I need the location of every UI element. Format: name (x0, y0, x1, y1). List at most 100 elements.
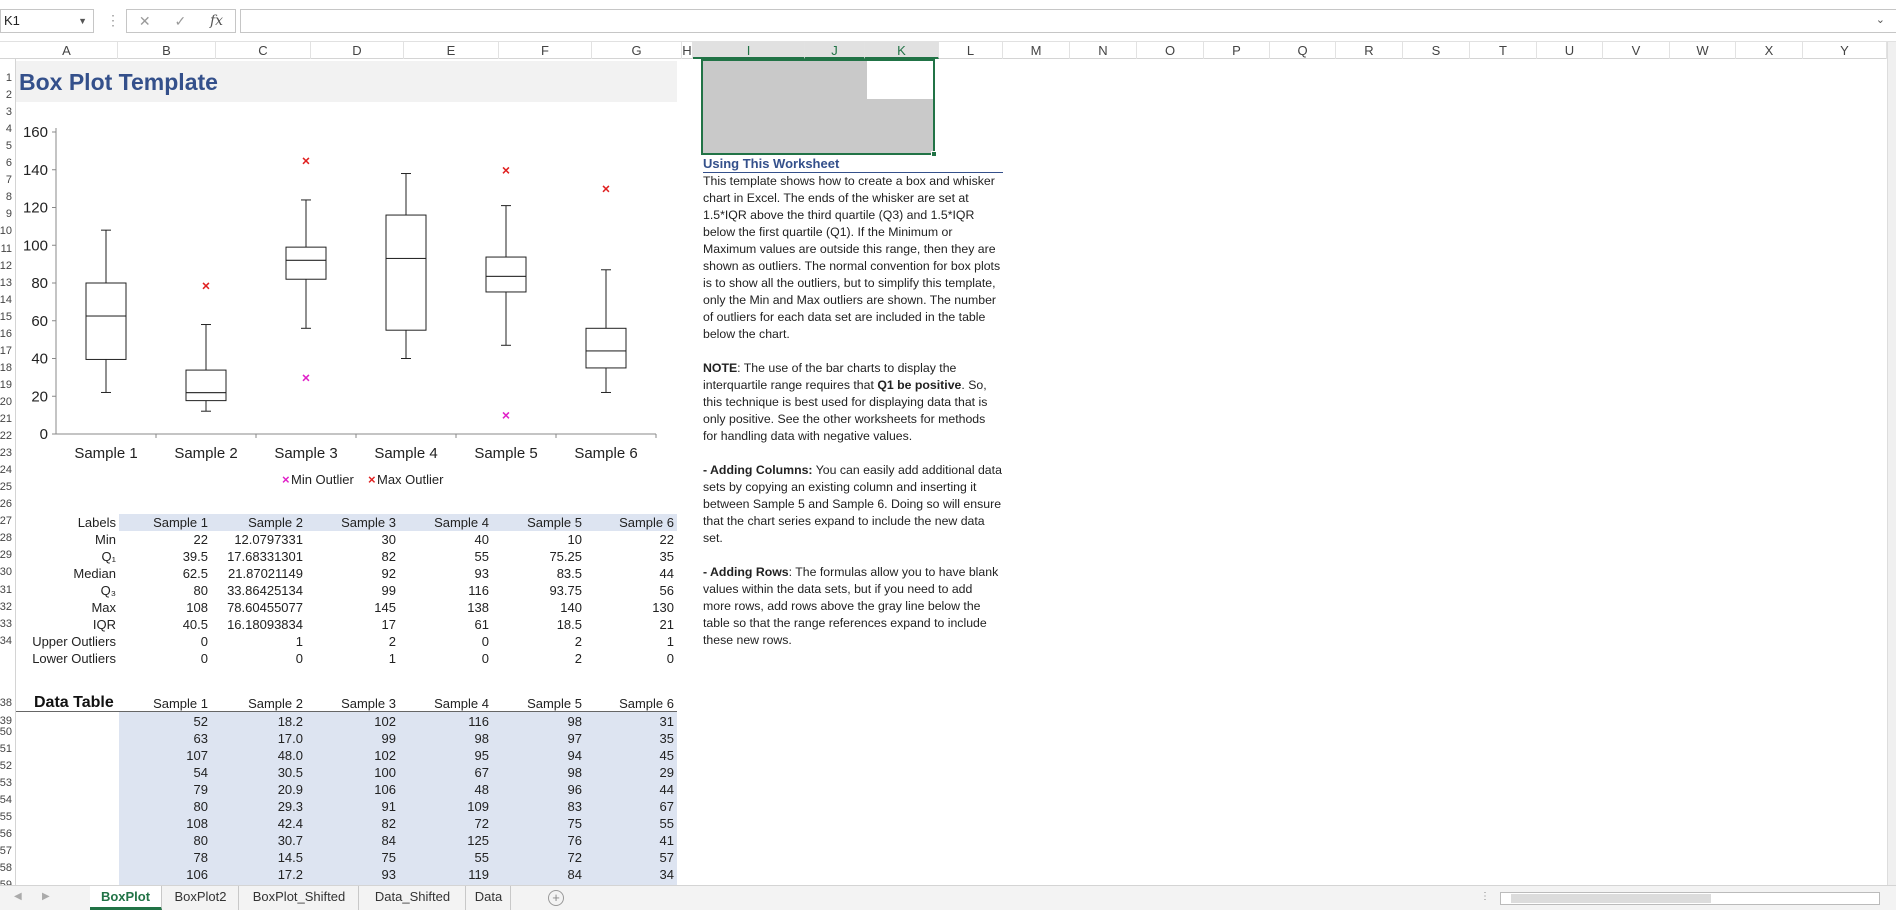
table-cell[interactable]: 0 (482, 651, 489, 666)
row-header[interactable]: 22 (0, 430, 12, 442)
box-plot-chart[interactable]: 0 20 40 60 80 100 120 140 160 Sample 1 × Sample 2 × ×… (16, 124, 677, 484)
table-cell[interactable]: 52 (194, 714, 208, 729)
table-cell[interactable]: 78.60455077 (227, 600, 303, 615)
column-header-s[interactable]: S (1403, 42, 1470, 59)
table-cell[interactable]: 97 (568, 731, 582, 746)
row-header[interactable]: 27 (0, 515, 12, 527)
table-cell[interactable]: 76 (568, 833, 582, 848)
table-cell[interactable]: 1 (296, 634, 303, 649)
table-cell[interactable]: 67 (475, 765, 489, 780)
row-header[interactable]: 52 (0, 760, 12, 772)
table-cell[interactable]: 102 (374, 748, 396, 763)
row-label[interactable]: Labels (78, 515, 116, 530)
tab-scroll-left-icon[interactable]: ◀ (14, 891, 22, 902)
column-header-p[interactable]: P (1204, 42, 1270, 59)
table-cell[interactable]: 2 (575, 651, 582, 666)
row-header[interactable]: 38 (0, 697, 12, 709)
insert-function-icon[interactable]: fx (210, 13, 223, 29)
table-cell[interactable]: 48 (475, 782, 489, 797)
vertical-scrollbar[interactable] (1887, 42, 1896, 885)
table-cell[interactable]: 16.18093834 (227, 617, 303, 632)
row-header[interactable]: 10 (0, 225, 12, 237)
table-cell[interactable]: Sample 3 (341, 515, 396, 530)
row-header[interactable]: 28 (0, 532, 12, 544)
table-cell[interactable]: 34 (660, 867, 674, 882)
table-cell[interactable]: 17.68331301 (227, 549, 303, 564)
row-header[interactable]: 58 (0, 862, 12, 874)
active-cell[interactable] (867, 61, 933, 99)
table-cell[interactable]: 17 (382, 617, 396, 632)
row-label[interactable]: Q₁ (102, 549, 117, 564)
table-cell[interactable]: 0 (201, 651, 208, 666)
row-header[interactable]: 12 (0, 260, 12, 272)
table-cell[interactable]: 130 (652, 600, 674, 615)
row-header[interactable]: 55 (0, 811, 12, 823)
table-cell[interactable]: 78 (194, 850, 208, 865)
column-header-t[interactable]: T (1470, 42, 1537, 59)
table-cell[interactable]: 14.5 (278, 850, 303, 865)
table-cell[interactable]: 138 (467, 600, 489, 615)
table-cell[interactable]: 22 (660, 532, 674, 547)
table-cell[interactable]: 96 (568, 782, 582, 797)
table-cell[interactable]: 40 (475, 532, 489, 547)
column-header-j[interactable]: J (805, 42, 865, 59)
column-label[interactable]: Sample 5 (527, 696, 582, 711)
table-cell[interactable]: 33.86425134 (227, 583, 303, 598)
table-cell[interactable]: 42.4 (278, 816, 303, 831)
table-cell[interactable]: 93 (382, 867, 396, 882)
table-cell[interactable]: 93 (475, 566, 489, 581)
table-cell[interactable]: 116 (468, 583, 489, 598)
row-label[interactable]: Min (95, 532, 116, 547)
table-cell[interactable]: 98 (568, 765, 582, 780)
table-cell[interactable]: 83 (568, 799, 582, 814)
table-cell[interactable]: 57 (660, 850, 674, 865)
table-cell[interactable]: Sample 6 (619, 515, 674, 530)
table-cell[interactable]: 98 (475, 731, 489, 746)
table-cell[interactable]: 140 (560, 600, 582, 615)
table-cell[interactable]: 54 (194, 765, 208, 780)
table-cell[interactable]: 44 (660, 782, 674, 797)
row-header[interactable]: 1 (0, 72, 12, 84)
column-header-y[interactable]: Y (1803, 42, 1887, 59)
row-header[interactable]: 8 (0, 191, 12, 203)
table-cell[interactable]: 18.5 (557, 617, 582, 632)
table-cell[interactable]: 72 (568, 850, 582, 865)
row-header[interactable]: 14 (0, 294, 12, 306)
table-cell[interactable]: Sample 2 (248, 515, 303, 530)
table-cell[interactable]: 99 (382, 583, 396, 598)
row-header[interactable]: 31 (0, 584, 12, 596)
table-cell[interactable]: 17.0 (278, 731, 303, 746)
row-header[interactable]: 15 (0, 311, 12, 323)
table-cell[interactable]: 35 (660, 731, 674, 746)
column-header-c[interactable]: C (216, 42, 311, 59)
table-cell[interactable]: 72 (475, 816, 489, 831)
table-cell[interactable]: 108 (186, 600, 208, 615)
table-cell[interactable]: 40.5 (183, 617, 208, 632)
table-cell[interactable]: 0 (482, 634, 489, 649)
sheet-tab-boxplot[interactable]: BoxPlot (90, 886, 162, 910)
table-cell[interactable]: 80 (194, 583, 208, 598)
table-cell[interactable]: 35 (660, 549, 674, 564)
cancel-icon[interactable]: ✕ (139, 13, 151, 30)
table-cell[interactable]: 80 (194, 799, 208, 814)
row-header[interactable]: 21 (0, 413, 12, 425)
column-header-n[interactable]: N (1070, 42, 1137, 59)
row-header[interactable]: 13 (0, 277, 12, 289)
table-cell[interactable]: 30.7 (278, 833, 303, 848)
table-cell[interactable]: Sample 5 (527, 515, 582, 530)
sheet-grid[interactable]: Box Plot Template 0 20 40 60 80 100 120 140 160 S… (16, 59, 1896, 885)
sheet-tab-boxplot2[interactable]: BoxPlot2 (163, 886, 239, 910)
table-cell[interactable]: 145 (374, 600, 396, 615)
row-header[interactable]: 29 (0, 549, 12, 561)
row-label[interactable]: IQR (93, 617, 116, 632)
selected-range[interactable] (701, 59, 937, 157)
row-label[interactable]: Q₃ (101, 583, 116, 598)
table-cell[interactable]: 102 (374, 714, 396, 729)
table-cell[interactable]: 92 (382, 566, 396, 581)
sheet-tab-data[interactable]: Data (467, 886, 511, 910)
table-cell[interactable]: 44 (660, 566, 674, 581)
check-icon[interactable]: ✓ (174, 13, 186, 30)
row-header[interactable]: 16 (0, 328, 12, 340)
row-header[interactable]: 19 (0, 379, 12, 391)
table-cell[interactable]: 55 (475, 850, 489, 865)
